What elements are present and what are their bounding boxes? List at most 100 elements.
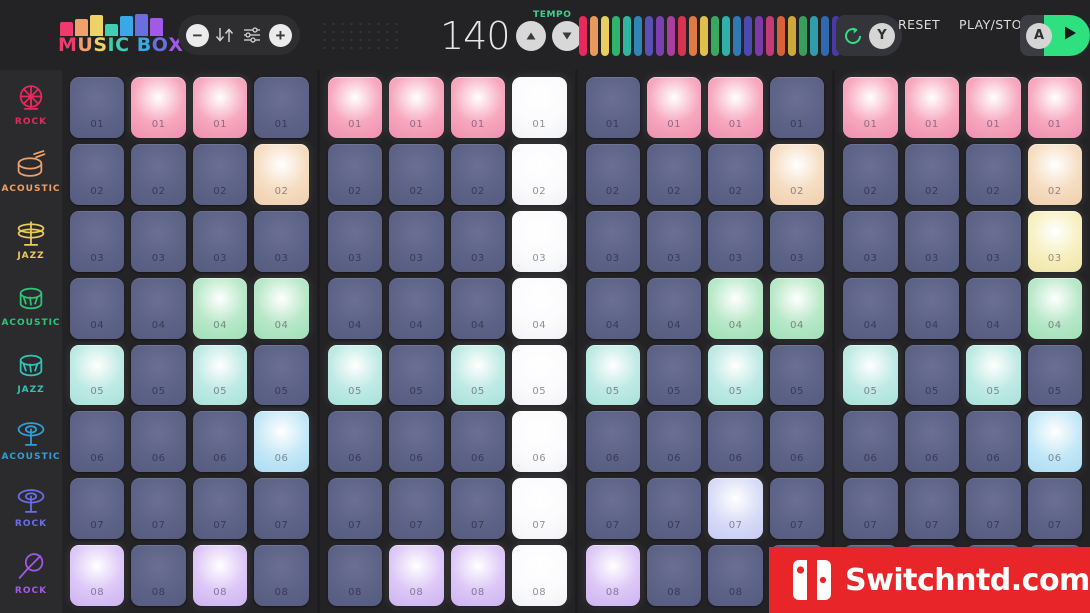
pad-r05-c12[interactable]: 05 [769, 344, 825, 406]
sidebar-item-acoustic-2[interactable]: ACOUSTIC [0, 137, 62, 204]
pad-r01-c14[interactable]: 01 [904, 77, 960, 138]
pad-r07-c7[interactable]: 07 [450, 478, 506, 540]
pad-r01-c11[interactable]: 01 [708, 77, 763, 138]
pad-r01-c7[interactable]: 01 [450, 77, 506, 138]
sidebar-item-rock-7[interactable]: ROCK [0, 472, 62, 539]
pad-r03-c1[interactable]: 03 [70, 210, 125, 272]
pad-r01-c6[interactable]: 01 [389, 77, 444, 138]
pad-r06-c6[interactable]: 06 [389, 411, 444, 473]
sliders-icon[interactable] [240, 23, 266, 47]
pad-r03-c11[interactable]: 03 [708, 210, 763, 272]
pad-r02-c6[interactable]: 02 [389, 143, 444, 205]
pad-r03-c13[interactable]: 03 [843, 210, 898, 272]
pad-r04-c15[interactable]: 04 [966, 277, 1021, 339]
pad-r06-c11[interactable]: 06 [708, 411, 763, 473]
pad-r08-c3[interactable]: 08 [192, 545, 248, 606]
tempo-down-button[interactable] [551, 21, 582, 51]
pad-r03-c4[interactable]: 03 [254, 210, 309, 272]
pad-r06-c3[interactable]: 06 [192, 411, 248, 473]
pad-r07-c3[interactable]: 07 [192, 478, 248, 540]
pad-r04-c9[interactable]: 04 [585, 277, 640, 339]
pad-r02-c4[interactable]: 02 [254, 143, 309, 205]
pad-r05-c13[interactable]: 05 [843, 344, 898, 406]
pad-r06-c12[interactable]: 06 [769, 411, 825, 473]
pad-r06-c7[interactable]: 06 [450, 411, 506, 473]
pad-r04-c5[interactable]: 04 [327, 277, 383, 339]
sidebar-item-acoustic-6[interactable]: ACOUSTIC [0, 405, 62, 472]
pad-r08-c9[interactable]: 08 [585, 545, 640, 606]
pad-r06-c5[interactable]: 06 [327, 411, 383, 473]
pad-r04-c13[interactable]: 04 [843, 277, 898, 339]
pad-r06-c2[interactable]: 06 [131, 411, 186, 473]
pad-r01-c13[interactable]: 01 [843, 77, 898, 138]
pad-r07-c10[interactable]: 07 [646, 478, 702, 540]
pad-r02-c12[interactable]: 02 [769, 143, 825, 205]
pad-r05-c6[interactable]: 05 [389, 344, 444, 406]
pad-r03-c9[interactable]: 03 [585, 210, 640, 272]
pad-r05-c4[interactable]: 05 [254, 344, 309, 406]
pad-r02-c15[interactable]: 02 [966, 143, 1021, 205]
pad-r08-c6[interactable]: 08 [389, 545, 444, 606]
pad-r08-c5[interactable]: 08 [327, 545, 383, 606]
sidebar-item-rock-1[interactable]: ROCK [0, 70, 62, 137]
pad-r03-c12[interactable]: 03 [769, 210, 825, 272]
pad-r01-c12[interactable]: 01 [769, 77, 825, 138]
pad-r07-c16[interactable]: 07 [1027, 478, 1082, 540]
pad-r03-c14[interactable]: 03 [904, 210, 960, 272]
pad-r07-c12[interactable]: 07 [769, 478, 825, 540]
pad-r06-c4[interactable]: 06 [254, 411, 309, 473]
pad-r05-c8[interactable]: 05 [512, 344, 567, 406]
pad-r02-c3[interactable]: 02 [192, 143, 248, 205]
pad-r07-c2[interactable]: 07 [131, 478, 186, 540]
y-button[interactable]: Y [869, 22, 895, 49]
pad-r02-c13[interactable]: 02 [843, 143, 898, 205]
sidebar-item-jazz-5[interactable]: JAZZ [0, 338, 62, 405]
pad-r02-c14[interactable]: 02 [904, 143, 960, 205]
pad-r05-c5[interactable]: 05 [327, 344, 383, 406]
pad-r06-c16[interactable]: 06 [1027, 411, 1082, 473]
pad-r06-c14[interactable]: 06 [904, 411, 960, 473]
pad-r04-c16[interactable]: 04 [1027, 277, 1082, 339]
pad-r07-c5[interactable]: 07 [327, 478, 383, 540]
pad-r06-c15[interactable]: 06 [966, 411, 1021, 473]
pad-r05-c16[interactable]: 05 [1027, 344, 1082, 406]
pad-r03-c3[interactable]: 03 [192, 210, 248, 272]
pad-r04-c10[interactable]: 04 [646, 277, 702, 339]
sidebar-item-jazz-3[interactable]: JAZZ [0, 204, 62, 271]
pad-r05-c15[interactable]: 05 [966, 344, 1021, 406]
pad-r06-c10[interactable]: 06 [646, 411, 702, 473]
pad-r04-c14[interactable]: 04 [904, 277, 960, 339]
pad-r05-c7[interactable]: 05 [450, 344, 506, 406]
pad-r07-c1[interactable]: 07 [70, 478, 125, 540]
pad-r02-c11[interactable]: 02 [708, 143, 763, 205]
pad-r07-c15[interactable]: 07 [966, 478, 1021, 540]
pad-r03-c6[interactable]: 03 [389, 210, 444, 272]
pad-r08-c8[interactable]: 08 [512, 545, 567, 606]
pad-r07-c9[interactable]: 07 [585, 478, 640, 540]
pad-r01-c10[interactable]: 01 [646, 77, 702, 138]
pad-r08-c11[interactable]: 08 [708, 545, 763, 606]
pad-r02-c8[interactable]: 02 [512, 143, 567, 205]
pad-r04-c4[interactable]: 04 [254, 277, 309, 339]
pad-r07-c11[interactable]: 07 [708, 478, 763, 540]
pad-r01-c8[interactable]: 01 [512, 77, 567, 138]
pad-r05-c2[interactable]: 05 [131, 344, 186, 406]
play-stop-control[interactable]: A [1020, 15, 1090, 56]
pad-r07-c6[interactable]: 07 [389, 478, 444, 540]
pad-r01-c16[interactable]: 01 [1027, 77, 1082, 138]
sidebar-item-acoustic-4[interactable]: ACOUSTIC [0, 271, 62, 338]
tempo-up-button[interactable] [515, 21, 546, 51]
pad-r08-c2[interactable]: 08 [131, 545, 186, 606]
pad-r05-c10[interactable]: 05 [646, 344, 702, 406]
pad-r05-c11[interactable]: 05 [708, 344, 763, 406]
pad-r02-c1[interactable]: 02 [70, 143, 125, 205]
pad-r01-c15[interactable]: 01 [966, 77, 1021, 138]
pad-r06-c8[interactable]: 06 [512, 411, 567, 473]
pad-r07-c4[interactable]: 07 [254, 478, 309, 540]
pad-r05-c1[interactable]: 05 [70, 344, 125, 406]
pad-r01-c1[interactable]: 01 [70, 77, 125, 138]
pad-r04-c11[interactable]: 04 [708, 277, 763, 339]
pad-r04-c6[interactable]: 04 [389, 277, 444, 339]
increase-button[interactable]: + [268, 23, 292, 47]
pad-r07-c13[interactable]: 07 [843, 478, 898, 540]
